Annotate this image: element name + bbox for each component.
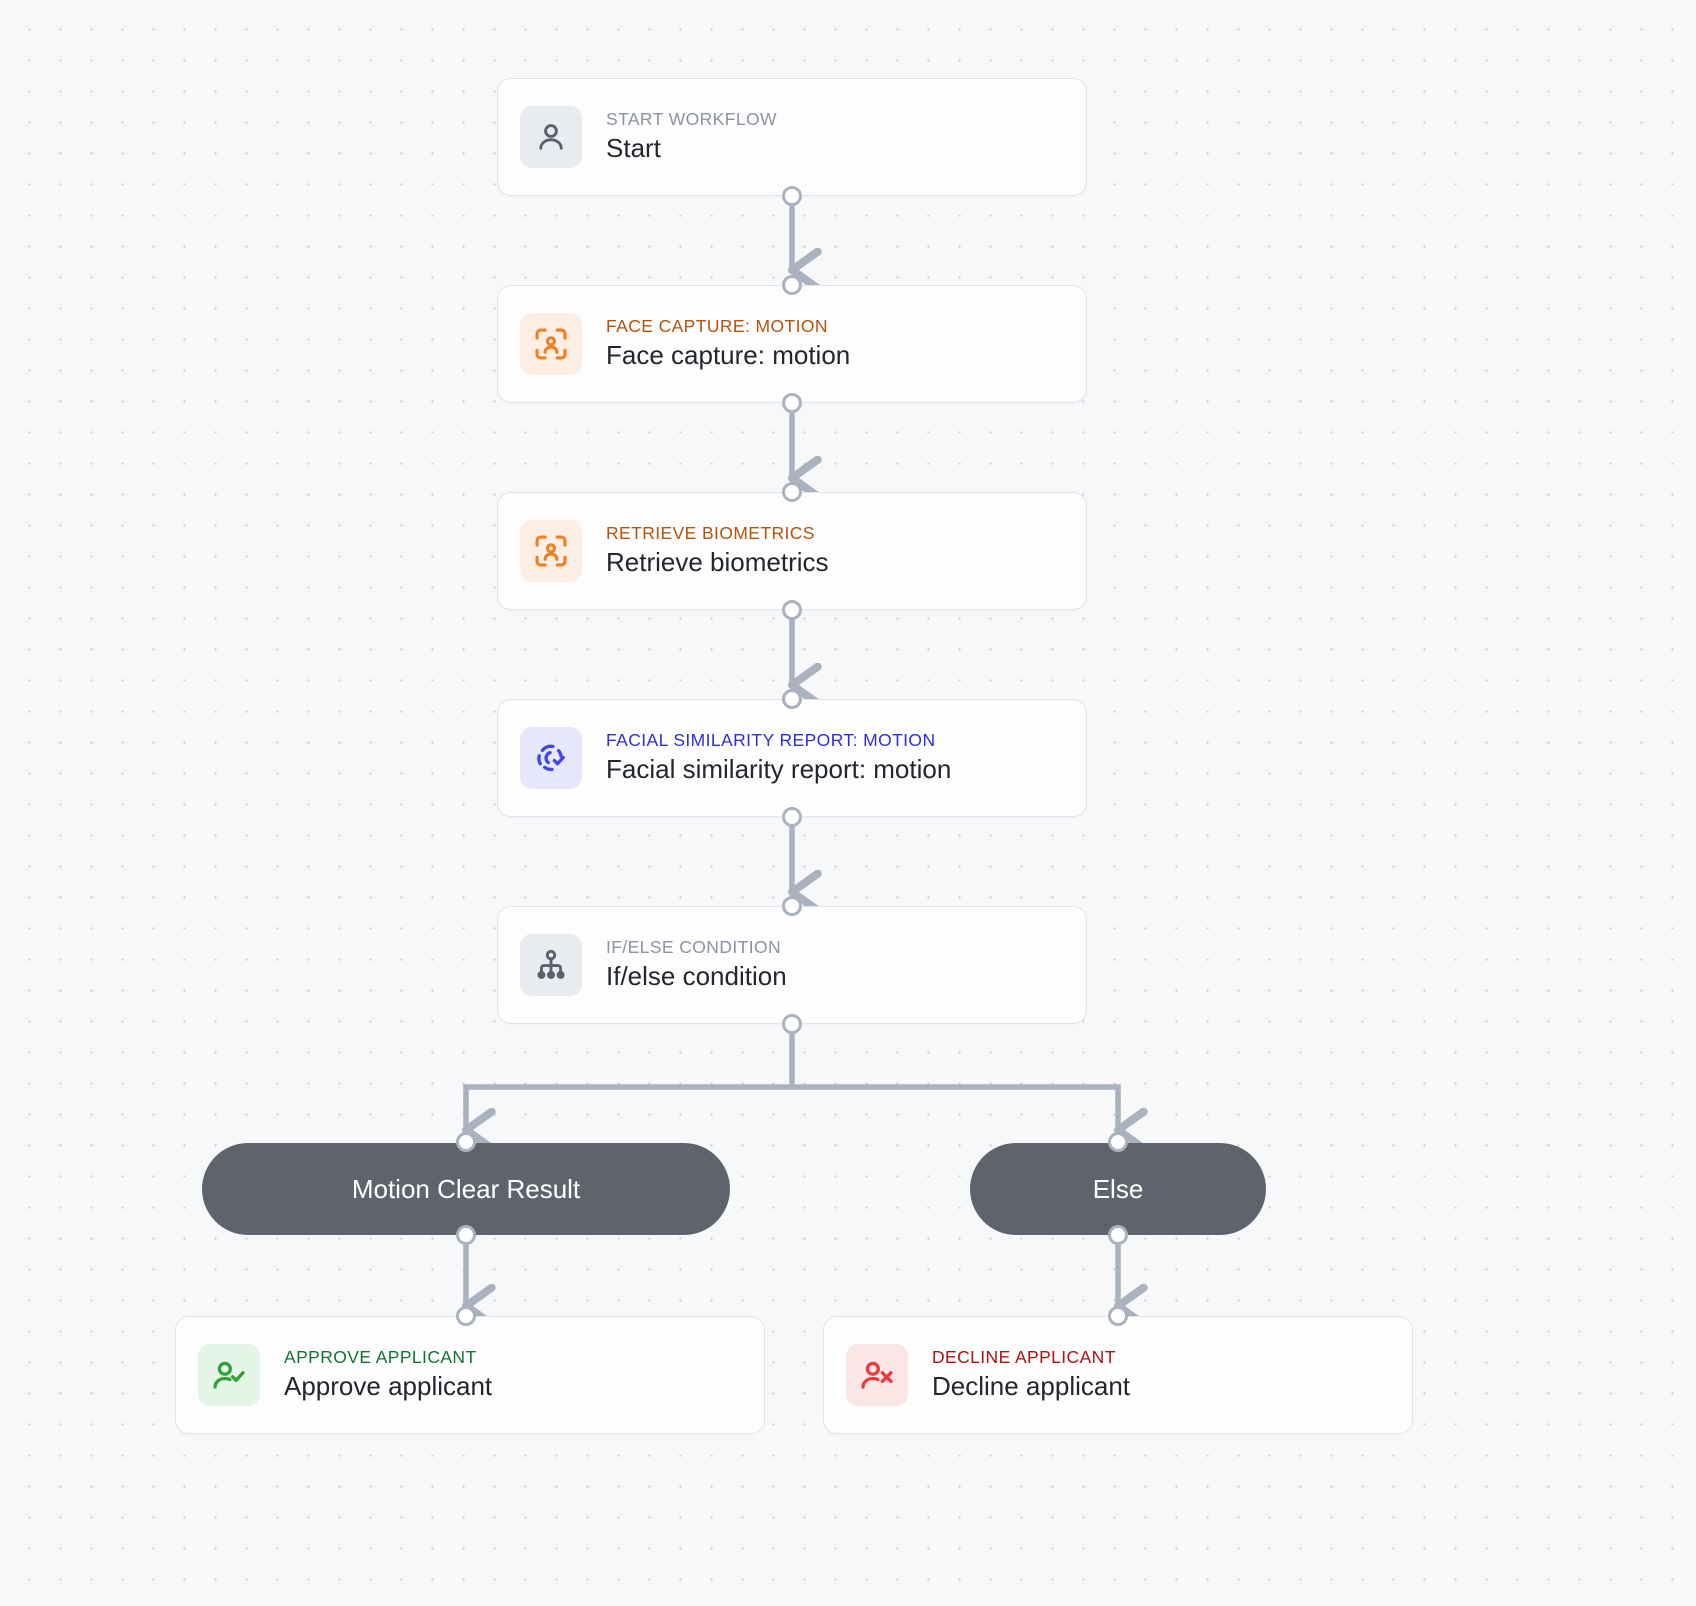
person-icon bbox=[520, 106, 582, 168]
node-start-kicker: START WORKFLOW bbox=[606, 108, 777, 129]
port-facial-similarity-input[interactable] bbox=[782, 689, 802, 709]
node-facial-similarity-title: Facial similarity report: motion bbox=[606, 754, 952, 785]
person-x-icon bbox=[846, 1344, 908, 1406]
node-facial-similarity-report-motion[interactable]: FACIAL SIMILARITY REPORT: MOTION Facial … bbox=[497, 699, 1087, 817]
port-approve-applicant-input[interactable] bbox=[456, 1306, 476, 1326]
branch-hierarchy-icon bbox=[520, 934, 582, 996]
face-scan-icon bbox=[520, 520, 582, 582]
node-face-capture-kicker: FACE CAPTURE: MOTION bbox=[606, 315, 828, 336]
node-approve-applicant-text: APPROVE APPLICANT Approve applicant bbox=[284, 1346, 493, 1402]
port-else-input[interactable] bbox=[1108, 1132, 1128, 1152]
node-approve-applicant-kicker: APPROVE APPLICANT bbox=[284, 1346, 477, 1367]
node-decline-applicant[interactable]: DECLINE APPLICANT Decline applicant bbox=[823, 1316, 1413, 1434]
node-facial-similarity-text: FACIAL SIMILARITY REPORT: MOTION Facial … bbox=[606, 729, 952, 785]
port-facial-similarity-output[interactable] bbox=[782, 807, 802, 827]
node-start-text: START WORKFLOW Start bbox=[606, 108, 777, 164]
node-face-capture-text: FACE CAPTURE: MOTION Face capture: motio… bbox=[606, 315, 851, 371]
node-retrieve-biometrics-kicker: RETRIEVE BIOMETRICS bbox=[606, 522, 815, 543]
node-if-else-title: If/else condition bbox=[606, 961, 787, 992]
node-decline-applicant-kicker: DECLINE APPLICANT bbox=[932, 1346, 1116, 1367]
node-decline-applicant-text: DECLINE APPLICANT Decline applicant bbox=[932, 1346, 1131, 1402]
branch-pill-motion-clear-result-label: Motion Clear Result bbox=[351, 1173, 581, 1204]
port-if-else-input[interactable] bbox=[782, 896, 802, 916]
port-retrieve-biometrics-input[interactable] bbox=[782, 482, 802, 502]
branch-pill-motion-clear-result[interactable]: Motion Clear Result bbox=[202, 1143, 730, 1235]
node-retrieve-biometrics-title: Retrieve biometrics bbox=[606, 547, 829, 578]
port-else-output[interactable] bbox=[1108, 1225, 1128, 1245]
node-face-capture-title: Face capture: motion bbox=[606, 340, 851, 371]
node-start-title: Start bbox=[606, 133, 661, 164]
node-approve-applicant-title: Approve applicant bbox=[284, 1371, 493, 1402]
person-check-icon bbox=[198, 1344, 260, 1406]
node-start[interactable]: START WORKFLOW Start bbox=[497, 78, 1087, 196]
port-face-capture-output[interactable] bbox=[782, 393, 802, 413]
port-if-else-output[interactable] bbox=[782, 1014, 802, 1034]
branch-pill-else[interactable]: Else bbox=[970, 1143, 1266, 1235]
port-start-output[interactable] bbox=[782, 186, 802, 206]
edge-bus-right-corner bbox=[1103, 1084, 1121, 1102]
face-scan-icon bbox=[520, 313, 582, 375]
port-retrieve-biometrics-output[interactable] bbox=[782, 600, 802, 620]
port-face-capture-input[interactable] bbox=[782, 275, 802, 295]
node-if-else-condition[interactable]: IF/ELSE CONDITION If/else condition bbox=[497, 906, 1087, 1024]
node-if-else-text: IF/ELSE CONDITION If/else condition bbox=[606, 936, 787, 992]
node-retrieve-biometrics-text: RETRIEVE BIOMETRICS Retrieve biometrics bbox=[606, 522, 829, 578]
node-approve-applicant[interactable]: APPROVE APPLICANT Approve applicant bbox=[175, 1316, 765, 1434]
branch-pill-else-label: Else bbox=[1092, 1173, 1144, 1204]
node-if-else-kicker: IF/ELSE CONDITION bbox=[606, 936, 782, 957]
node-face-capture-motion[interactable]: FACE CAPTURE: MOTION Face capture: motio… bbox=[497, 285, 1087, 403]
node-facial-similarity-kicker: FACIAL SIMILARITY REPORT: MOTION bbox=[606, 729, 936, 750]
port-motion-clear-result-output[interactable] bbox=[456, 1225, 476, 1245]
node-decline-applicant-title: Decline applicant bbox=[932, 1371, 1131, 1402]
biometric-check-icon bbox=[520, 727, 582, 789]
edge-bus-left-corner bbox=[463, 1084, 481, 1102]
port-decline-applicant-input[interactable] bbox=[1108, 1306, 1128, 1326]
workflow-canvas[interactable]: START WORKFLOW Start FACE CAPTURE: MOTIO… bbox=[0, 0, 1696, 1606]
node-retrieve-biometrics[interactable]: RETRIEVE BIOMETRICS Retrieve biometrics bbox=[497, 492, 1087, 610]
port-motion-clear-result-input[interactable] bbox=[456, 1132, 476, 1152]
